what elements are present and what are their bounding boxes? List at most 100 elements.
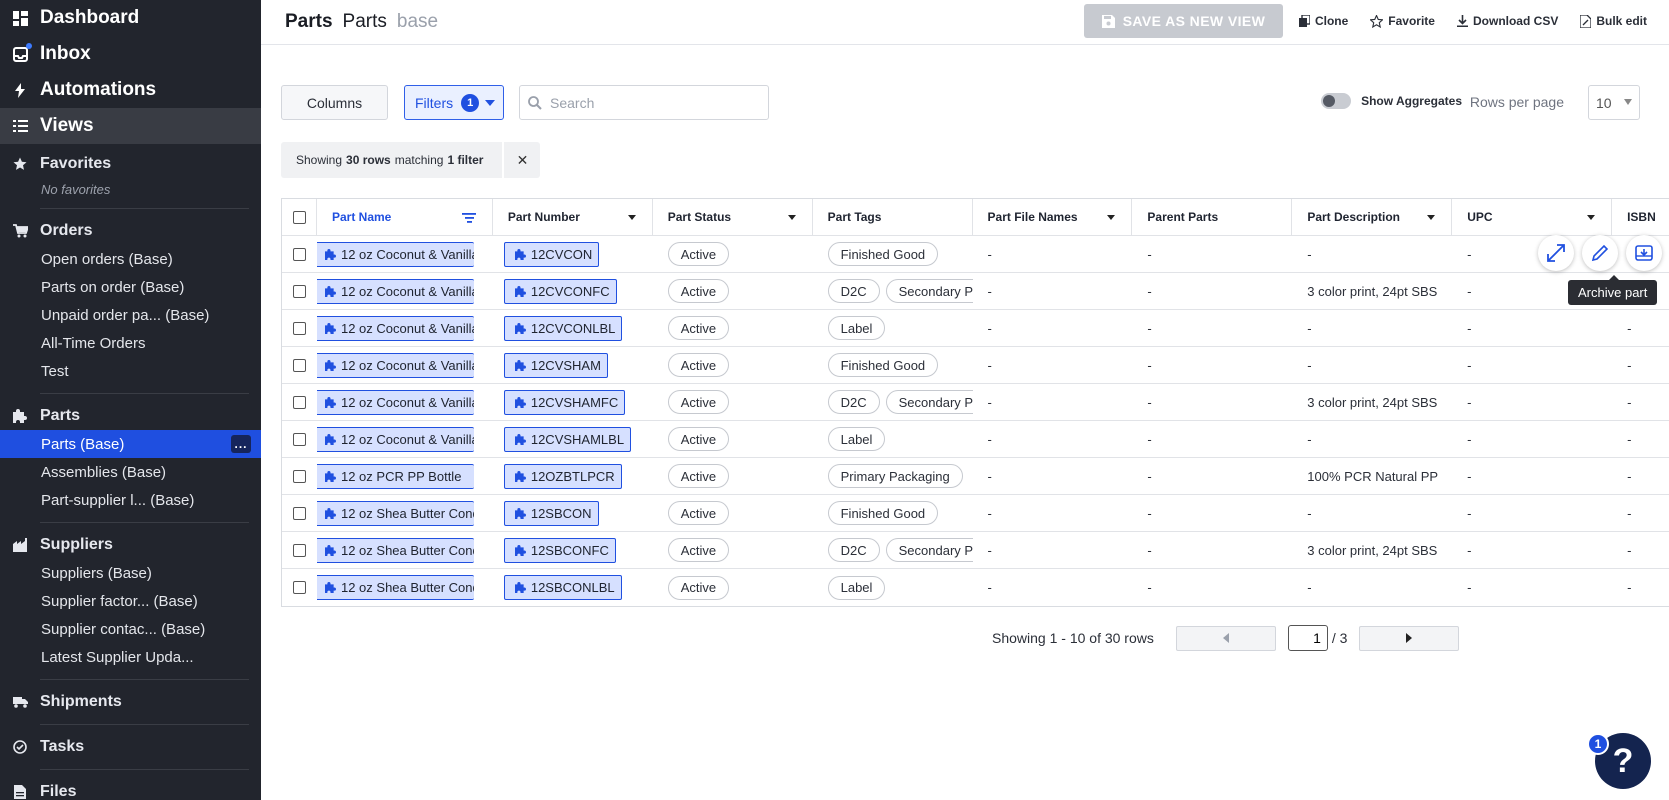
- tag-chip[interactable]: Label: [827, 427, 886, 451]
- col-upc[interactable]: UPC: [1452, 198, 1613, 236]
- sidebar-item-unpaid-orders[interactable]: Unpaid order pa... (Base): [0, 301, 261, 329]
- show-aggregates-toggle[interactable]: Show Aggregates: [1321, 93, 1462, 109]
- select-all-checkbox[interactable]: [293, 210, 306, 224]
- tag-chip[interactable]: Secondary Packaging: [885, 538, 973, 562]
- part-name-link[interactable]: 12 oz Shea Butter Conditioner: [316, 537, 474, 563]
- table-row[interactable]: 12 oz Coconut & Vanilla 12CVCONLBL Active L…: [282, 310, 1669, 347]
- sidebar-item-supplier-factories[interactable]: Supplier factor... (Base): [0, 587, 261, 615]
- tag-chip[interactable]: Secondary Packaging: [885, 279, 973, 303]
- part-number-link[interactable]: 12SBCON: [503, 500, 599, 526]
- tag-chip[interactable]: D2C: [827, 390, 880, 414]
- section-shipments[interactable]: Shipments: [0, 688, 261, 716]
- section-tasks[interactable]: Tasks: [0, 733, 261, 761]
- col-isbn[interactable]: ISBN: [1612, 199, 1669, 236]
- favorite-button[interactable]: Favorite: [1370, 14, 1435, 28]
- sidebar-item-parts-on-order[interactable]: Parts on order (Base): [0, 273, 261, 301]
- table-row[interactable]: 12 oz PCR PP Bottle 12OZBTLPCR Active Prima…: [282, 458, 1669, 495]
- part-number-link[interactable]: 12CVSHAMFC: [503, 389, 626, 415]
- part-number-link[interactable]: 12CVCONFC: [503, 278, 617, 304]
- tag-chip[interactable]: D2C: [827, 279, 880, 303]
- table-row[interactable]: 12 oz Coconut & Vanilla 12CVSHAMFC Active D…: [282, 384, 1669, 421]
- search-input[interactable]: [550, 94, 750, 111]
- sidebar-item-test[interactable]: Test: [0, 357, 261, 385]
- search-box[interactable]: [519, 85, 769, 120]
- sidebar-item-assemblies[interactable]: Assemblies (Base): [0, 458, 261, 486]
- table-row[interactable]: 12 oz Coconut & Vanilla 12CVCON Active Fini…: [282, 236, 1669, 273]
- sidebar-item-all-time-orders[interactable]: All-Time Orders: [0, 329, 261, 357]
- part-number-link[interactable]: 12CVSHAMLBL: [503, 426, 632, 452]
- part-name-link[interactable]: 12 oz Coconut & Vanilla: [316, 426, 474, 452]
- table-row[interactable]: 12 oz Coconut & Vanilla 12CVSHAM Active Fin…: [282, 347, 1669, 384]
- sidebar-item-suppliers[interactable]: Suppliers (Base): [0, 559, 261, 587]
- col-part-status[interactable]: Part Status: [653, 198, 813, 236]
- col-parent-parts[interactable]: Parent Parts: [1132, 198, 1293, 236]
- part-name-link[interactable]: 12 oz Coconut & Vanilla: [316, 315, 474, 341]
- tag-chip[interactable]: Finished Good: [827, 353, 939, 377]
- more-options-button[interactable]: ...: [231, 435, 251, 453]
- row-checkbox[interactable]: [293, 506, 306, 520]
- toggle-switch[interactable]: [1321, 93, 1352, 109]
- row-checkbox[interactable]: [293, 358, 306, 372]
- tag-chip[interactable]: Secondary Packaging: [885, 390, 973, 414]
- edit-row-button[interactable]: [1582, 235, 1618, 271]
- tag-chip[interactable]: Finished Good: [827, 242, 939, 266]
- section-parts[interactable]: Parts: [0, 402, 261, 430]
- part-name-link[interactable]: 12 oz Coconut & Vanilla: [316, 241, 474, 267]
- section-suppliers[interactable]: Suppliers: [0, 531, 261, 559]
- part-name-link[interactable]: 12 oz Coconut & Vanilla: [316, 389, 474, 415]
- clone-button[interactable]: Clone: [1298, 14, 1348, 28]
- section-favorites[interactable]: Favorites: [0, 150, 261, 178]
- tag-chip[interactable]: Primary Packaging: [827, 464, 963, 488]
- row-checkbox[interactable]: [293, 321, 306, 335]
- save-as-new-view-button[interactable]: SAVE AS NEW VIEW: [1083, 4, 1283, 38]
- col-part-tags[interactable]: Part Tags: [813, 198, 973, 236]
- sidebar-item-latest-supplier-updates[interactable]: Latest Supplier Upda...: [0, 643, 261, 671]
- clear-filter-button[interactable]: ✕: [504, 142, 541, 178]
- columns-button[interactable]: Columns: [281, 85, 388, 120]
- part-name-link[interactable]: 12 oz Coconut & Vanilla: [316, 352, 474, 378]
- part-name-link[interactable]: 12 oz PCR PP Bottle: [316, 463, 474, 489]
- archive-row-button[interactable]: [1626, 235, 1662, 271]
- row-checkbox[interactable]: [293, 469, 306, 483]
- tag-chip[interactable]: Label: [827, 575, 886, 600]
- tag-chip[interactable]: D2C: [827, 538, 880, 562]
- col-part-number[interactable]: Part Number: [493, 198, 653, 236]
- download-csv-button[interactable]: Download CSV: [1456, 14, 1558, 28]
- part-number-link[interactable]: 12CVCONLBL: [503, 315, 623, 341]
- table-row[interactable]: 12 oz Shea Butter Conditioner 12SBCON Acti…: [282, 495, 1669, 532]
- table-row[interactable]: 12 oz Coconut & Vanilla 12CVCONFC Active D2…: [282, 273, 1669, 310]
- part-name-link[interactable]: 12 oz Shea Butter Conditioner: [316, 575, 474, 600]
- table-row[interactable]: 12 oz Shea Butter Conditioner 12SBCONLBL A…: [282, 569, 1669, 606]
- part-name-link[interactable]: 12 oz Coconut & Vanilla: [316, 278, 474, 304]
- row-checkbox[interactable]: [293, 432, 306, 446]
- filters-button[interactable]: Filters 1: [404, 85, 504, 120]
- section-files[interactable]: Files: [0, 778, 261, 800]
- nav-automations[interactable]: Automations: [0, 72, 261, 108]
- row-checkbox[interactable]: [293, 543, 306, 557]
- part-number-link[interactable]: 12OZBTLPCR: [503, 463, 622, 489]
- rows-per-page-select[interactable]: 10: [1588, 85, 1640, 120]
- part-name-link[interactable]: 12 oz Shea Butter Conditioner: [316, 500, 474, 526]
- row-checkbox[interactable]: [293, 247, 306, 261]
- nav-views[interactable]: Views: [0, 108, 261, 144]
- part-number-link[interactable]: 12SBCONFC: [503, 537, 616, 563]
- sidebar-item-open-orders[interactable]: Open orders (Base): [0, 245, 261, 273]
- nav-dashboard[interactable]: Dashboard: [0, 0, 261, 36]
- next-page-button[interactable]: [1359, 625, 1460, 651]
- part-number-link[interactable]: 12SBCONLBL: [503, 575, 622, 600]
- col-part-description[interactable]: Part Description: [1292, 198, 1453, 236]
- sidebar-item-part-supplier[interactable]: Part-supplier l... (Base): [0, 486, 261, 514]
- table-row[interactable]: 12 oz Coconut & Vanilla 12CVSHAMLBL Active…: [282, 421, 1669, 458]
- col-part-name[interactable]: Part Name: [317, 198, 493, 236]
- part-number-link[interactable]: 12CVSHAM: [503, 352, 608, 378]
- prev-page-button[interactable]: [1175, 625, 1276, 651]
- page-number-input[interactable]: [1287, 625, 1328, 651]
- sidebar-item-parts-base[interactable]: Parts (Base) ...: [0, 430, 261, 458]
- bulk-edit-button[interactable]: Bulk edit: [1580, 14, 1647, 28]
- row-checkbox[interactable]: [293, 581, 306, 594]
- tag-chip[interactable]: Finished Good: [827, 501, 939, 525]
- sidebar-item-supplier-contacts[interactable]: Supplier contac... (Base): [0, 615, 261, 643]
- part-number-link[interactable]: 12CVCON: [503, 241, 600, 267]
- table-row[interactable]: 12 oz Shea Butter Conditioner 12SBCONFC Ac…: [282, 532, 1669, 569]
- col-part-file-names[interactable]: Part File Names: [973, 198, 1133, 236]
